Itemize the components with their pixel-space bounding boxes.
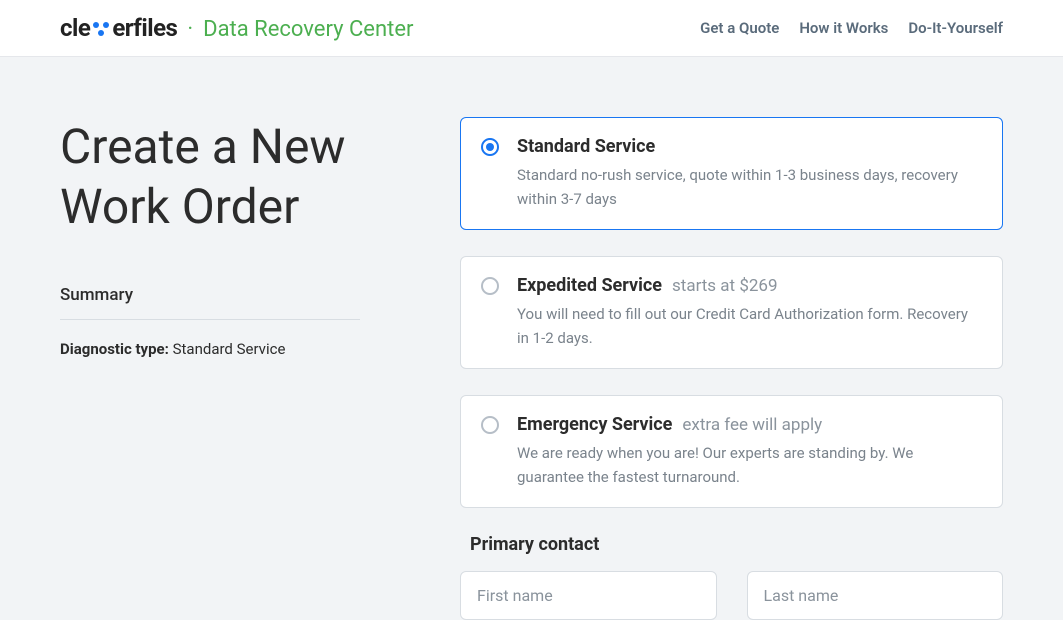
primary-contact-heading: Primary contact	[470, 534, 1003, 555]
summary-heading: Summary	[60, 285, 360, 320]
radio-icon	[481, 138, 499, 156]
option-note: starts at $269	[672, 276, 778, 296]
first-name-input[interactable]	[460, 571, 717, 620]
main-content: Create a New Work Order Summary Diagnost…	[0, 57, 1063, 620]
nav-how-it-works[interactable]: How it Works	[799, 19, 888, 37]
service-option-emergency[interactable]: Emergency Service extra fee will apply W…	[460, 395, 1003, 508]
nav-get-a-quote[interactable]: Get a Quote	[700, 19, 779, 37]
summary-diag-value: Standard Service	[173, 340, 286, 358]
summary-diag-label: Diagnostic type:	[60, 340, 169, 358]
nav-do-it-yourself[interactable]: Do-It-Yourself	[908, 19, 1003, 37]
last-name-input[interactable]	[747, 571, 1004, 620]
brand-logo-icon	[92, 13, 110, 41]
option-title-row: Emergency Service extra fee will apply	[517, 414, 982, 435]
option-title-row: Expedited Service starts at $269	[517, 275, 982, 296]
option-title: Standard Service	[517, 136, 655, 157]
summary-diagnostic-type: Diagnostic type: Standard Service	[60, 340, 360, 358]
header-nav: Get a Quote How it Works Do-It-Yourself	[700, 19, 1003, 37]
option-title: Expedited Service	[517, 275, 662, 296]
service-option-expedited[interactable]: Expedited Service starts at $269 You wil…	[460, 256, 1003, 369]
brand: cle erfiles · Data Recovery Center	[60, 14, 413, 42]
radio-icon	[481, 416, 499, 434]
page-title: Create a New Work Order	[60, 117, 360, 237]
option-title-row: Standard Service	[517, 136, 982, 157]
option-note: extra fee will apply	[682, 415, 822, 435]
brand-logo-pre: cle	[60, 14, 90, 42]
option-desc: Standard no-rush service, quote within 1…	[517, 163, 982, 211]
option-desc: You will need to fill out our Credit Car…	[517, 302, 982, 350]
option-title: Emergency Service	[517, 414, 672, 435]
brand-subtitle: Data Recovery Center	[203, 17, 413, 42]
radio-icon	[481, 277, 499, 295]
service-option-standard[interactable]: Standard Service Standard no-rush servic…	[460, 117, 1003, 230]
site-header: cle erfiles · Data Recovery Center Get a…	[0, 0, 1063, 57]
brand-logo-post: erfiles	[112, 14, 177, 42]
sidebar: Create a New Work Order Summary Diagnost…	[60, 117, 360, 620]
contact-name-row	[460, 571, 1003, 620]
brand-separator: ·	[187, 17, 193, 42]
form-section: Standard Service Standard no-rush servic…	[460, 117, 1003, 620]
brand-logo[interactable]: cle erfiles	[60, 14, 177, 42]
option-desc: We are ready when you are! Our experts a…	[517, 441, 982, 489]
